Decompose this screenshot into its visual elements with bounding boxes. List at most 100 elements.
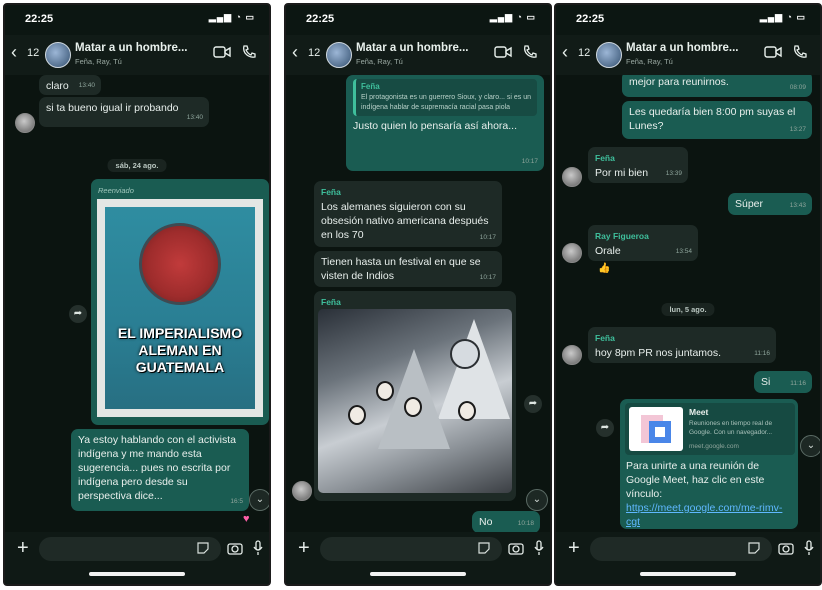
message-input[interactable] (320, 537, 502, 561)
sticker-icon[interactable] (748, 542, 760, 554)
plus-icon[interactable]: + (298, 538, 310, 558)
quoted-message[interactable]: Feña El protagonista es un guerrero Siou… (353, 79, 537, 116)
chat-title[interactable]: Matar a un hombre... (75, 42, 187, 54)
chat-area[interactable]: Feña El protagonista es un guerrero Siou… (286, 75, 550, 532)
user-avatar[interactable] (292, 481, 312, 501)
message-text: Por mi bien (595, 167, 649, 179)
meet-link-message[interactable]: Meet Reuniones en tiempo real de Google.… (620, 399, 798, 529)
back-unread-count[interactable]: 12 (578, 47, 590, 59)
group-avatar[interactable] (45, 42, 71, 68)
message-bubble: Feña Por mi bien 13:39 (588, 147, 688, 183)
chat-header: ‹ 12 Matar a un hombre... Feña, Ray, Tú (556, 35, 820, 75)
microphone-icon[interactable] (253, 540, 263, 556)
message-time: 13:43 (789, 202, 806, 209)
message-time: 13:40 (78, 82, 95, 89)
status-time: 22:25 (576, 13, 605, 25)
message-bubble: claro 13:40 (39, 75, 101, 95)
forward-icon[interactable]: ➦ (596, 419, 614, 437)
video-call-icon[interactable] (494, 45, 512, 59)
message-sender: Feña (595, 153, 615, 163)
scroll-down-icon[interactable]: ⌄ (526, 489, 548, 511)
home-indicator (370, 572, 466, 576)
phone-call-icon[interactable] (792, 44, 808, 60)
message-text: No (479, 516, 493, 528)
eagle-seal-icon (139, 223, 221, 305)
message-time: 13:27 (789, 126, 806, 133)
user-avatar[interactable] (15, 113, 35, 133)
message-input[interactable] (590, 537, 772, 561)
camera-icon[interactable] (508, 541, 524, 555)
message-time: 11:16 (754, 350, 770, 357)
phone-screenshot-2: 22:25 ▂▄▆ ◔ ▭ ‹ 12 Matar a un hombre... … (284, 3, 552, 586)
message-text: Si (761, 376, 771, 388)
message-composer: + (5, 532, 269, 584)
video-call-icon[interactable] (213, 45, 231, 59)
chat-area[interactable]: mejor para reunirnos. 08:09 Les quedaría… (556, 75, 820, 532)
message-sender: Feña (321, 297, 341, 307)
phone-call-icon[interactable] (522, 44, 538, 60)
status-time: 22:25 (306, 13, 335, 25)
message-input[interactable] (39, 537, 221, 561)
camera-icon[interactable] (227, 541, 243, 555)
back-unread-count[interactable]: 12 (308, 47, 320, 59)
group-avatar[interactable] (596, 42, 622, 68)
link-preview-title: Meet (689, 407, 709, 417)
link-preview-domain: meet.google.com (689, 443, 739, 450)
chat-title[interactable]: Matar a un hombre... (356, 42, 468, 54)
forward-icon[interactable]: ➦ (524, 395, 542, 413)
message-text: claro (46, 80, 69, 92)
back-chevron-icon[interactable]: ‹ (11, 43, 17, 61)
signal-wifi-battery-icon: ▂▄▆ ◔ ▭ (759, 12, 806, 22)
chat-area[interactable]: claro 13:40 si ta bueno igual ir proband… (5, 75, 269, 532)
back-unread-count[interactable]: 12 (27, 47, 39, 59)
chat-title[interactable]: Matar a un hombre... (626, 42, 738, 54)
forward-icon[interactable]: ➦ (69, 305, 87, 323)
back-chevron-icon[interactable]: ‹ (292, 43, 298, 61)
microphone-icon[interactable] (804, 540, 814, 556)
scroll-down-icon[interactable]: ⌄ (249, 489, 269, 511)
back-chevron-icon[interactable]: ‹ (562, 43, 568, 61)
message-text: hoy 8pm PR nos juntamos. (595, 347, 722, 359)
video-call-icon[interactable] (764, 45, 782, 59)
microphone-icon[interactable] (534, 540, 544, 556)
message-text: Tienen hasta un festival en que se viste… (321, 256, 481, 282)
camera-icon[interactable] (778, 541, 794, 555)
message-bubble: Feña hoy 8pm PR nos juntamos. 11:16 (588, 327, 776, 363)
plus-icon[interactable]: + (568, 538, 580, 558)
user-avatar[interactable] (562, 167, 582, 187)
message-time: 10:17 (521, 158, 538, 165)
message-time: 11:16 (790, 380, 806, 387)
link-preview-description: Reuniones en tiempo real de Google. Con … (689, 420, 773, 436)
sticker-icon[interactable] (197, 542, 209, 554)
heart-reaction-icon: ♥ (243, 513, 250, 525)
message-text: Justo quien lo pensaría así ahora... (353, 120, 518, 132)
user-avatar[interactable] (562, 243, 582, 263)
thumbs-up-reaction-icon: 👍 (598, 263, 611, 274)
group-avatar[interactable] (326, 42, 352, 68)
message-text: Les quedaría bien 8:00 pm suyas el Lunes… (629, 106, 796, 132)
message-bubble: Súper 13:43 (728, 193, 812, 215)
message-time: 13:40 (186, 114, 203, 121)
sticker-icon[interactable] (478, 542, 490, 554)
phone-screenshot-1: 22:25 ▂▄▆ ◔ ▭ ‹ 12 Matar a un hombre... … (3, 3, 271, 586)
message-bubble: Ray Figueroa Orale 13:54 (588, 225, 698, 261)
plus-icon[interactable]: + (17, 538, 29, 558)
message-bubble: Les quedaría bien 8:00 pm suyas el Lunes… (622, 101, 812, 139)
user-avatar[interactable] (562, 345, 582, 365)
message-sender: Ray Figueroa (595, 231, 649, 241)
message-time: 10:18 (517, 520, 534, 527)
link-preview[interactable]: Meet Reuniones en tiempo real de Google.… (625, 403, 795, 455)
date-separator: lun, 5 ago. (661, 303, 715, 316)
festival-photo[interactable] (318, 309, 512, 493)
message-bubble: No 10:18 (472, 511, 540, 532)
message-composer: + (286, 532, 550, 584)
poster-image[interactable]: EL IMPERIALISMO ALEMAN EN GUATEMALA (97, 199, 263, 417)
phone-call-icon[interactable] (241, 44, 257, 60)
google-meet-logo-icon (629, 407, 683, 451)
meet-link[interactable]: https://meet.google.com/me-rimv-cgt (626, 502, 782, 528)
chat-participants: Feña, Ray, Tú (75, 57, 122, 66)
scroll-down-icon[interactable]: ⌄ (800, 435, 820, 457)
chat-header: ‹ 12 Matar a un hombre... Feña, Ray, Tú (286, 35, 550, 75)
status-time: 22:25 (25, 13, 54, 25)
status-bar: 22:25 ▂▄▆ ◔ ▭ (5, 5, 269, 31)
